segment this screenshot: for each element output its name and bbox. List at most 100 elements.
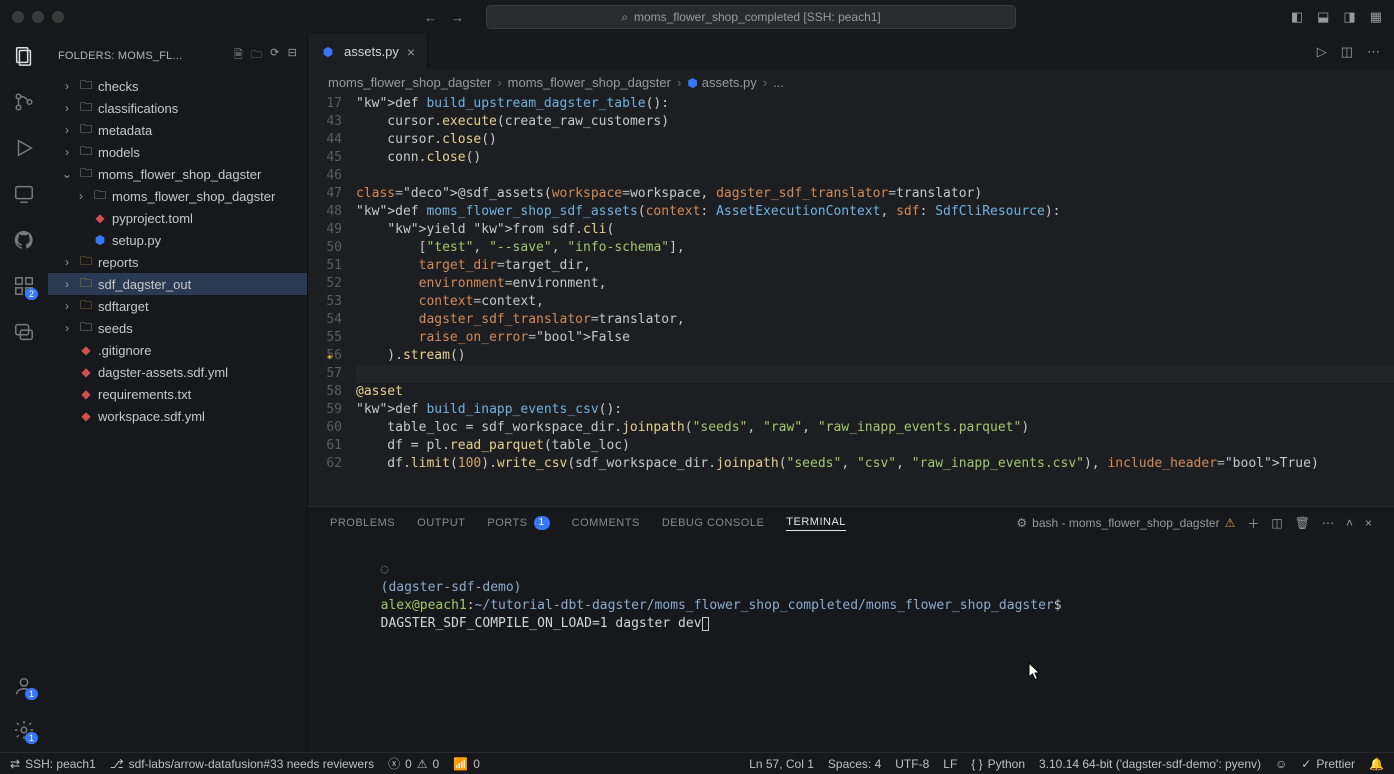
problems-status[interactable]: ⓧ0 ⚠0 bbox=[388, 755, 439, 772]
chat-icon[interactable] bbox=[12, 320, 36, 344]
more-actions-icon[interactable]: ⋯ bbox=[1367, 44, 1380, 60]
tab-assets-py[interactable]: ⬢ assets.py × bbox=[308, 34, 428, 69]
run-icon[interactable]: ▷ bbox=[1317, 44, 1327, 60]
tree-item-metadata[interactable]: ›🗀metadata bbox=[48, 119, 307, 141]
panel-tab-ports[interactable]: PORTS1 bbox=[487, 516, 549, 530]
extensions-icon[interactable]: 2 bbox=[12, 274, 36, 298]
indentation[interactable]: Spaces: 4 bbox=[828, 757, 881, 771]
more-terminal-icon[interactable]: ⋯ bbox=[1322, 516, 1334, 530]
nav-forward-icon[interactable]: → bbox=[451, 10, 464, 25]
git-branch[interactable]: ⎇ sdf-labs/arrow-datafusion#33 needs rev… bbox=[110, 757, 374, 771]
editor-group: ⬢ assets.py × ▷ ◫ ⋯ moms_flower_shop_dag… bbox=[308, 34, 1394, 754]
code-line: table_loc = sdf_workspace_dir.joinpath("… bbox=[356, 419, 1394, 437]
code-editor[interactable]: 1743444546474849505152535455565758596061… bbox=[308, 95, 1394, 506]
folder-icon: 🗀 bbox=[78, 318, 94, 339]
toggle-panel-icon[interactable]: ⬓ bbox=[1317, 9, 1329, 25]
search-label: moms_flower_shop_completed [SSH: peach1] bbox=[634, 10, 881, 24]
encoding[interactable]: UTF-8 bbox=[895, 757, 929, 771]
remote-explorer-icon[interactable] bbox=[12, 182, 36, 206]
tree-item-sdftarget[interactable]: ›🗀sdftarget bbox=[48, 295, 307, 317]
window-controls bbox=[12, 11, 64, 23]
cursor-position[interactable]: Ln 57, Col 1 bbox=[749, 757, 814, 771]
kill-terminal-icon[interactable]: 🗑 bbox=[1295, 516, 1310, 530]
eol[interactable]: LF bbox=[943, 757, 957, 771]
close-window[interactable] bbox=[12, 11, 24, 23]
new-folder-icon[interactable]: 🗀 bbox=[251, 46, 262, 65]
code-line: "kw">yield "kw">from sdf.cli( bbox=[356, 221, 1394, 239]
layout-controls: ◧ ⬓ ◨ ▦ bbox=[1291, 9, 1382, 25]
prettier-status[interactable]: ✓Prettier bbox=[1301, 757, 1355, 771]
close-tab-icon[interactable]: × bbox=[407, 44, 415, 60]
tree-item--gitignore[interactable]: ◆.gitignore bbox=[48, 339, 307, 361]
settings-icon[interactable]: 1 bbox=[12, 718, 36, 742]
new-terminal-icon[interactable]: ＋ bbox=[1247, 515, 1259, 532]
shell-icon: ⚙ bbox=[1016, 516, 1027, 530]
tree-item-reports[interactable]: ›🗀reports bbox=[48, 251, 307, 273]
tree-item-seeds[interactable]: ›🗀seeds bbox=[48, 317, 307, 339]
collapse-icon[interactable]: ⊟ bbox=[288, 46, 297, 65]
panel-tab-terminal[interactable]: TERMINAL bbox=[786, 516, 846, 531]
tree-item-moms-flower-shop-dagster[interactable]: ›🗀moms_flower_shop_dagster bbox=[48, 185, 307, 207]
copilot-icon[interactable]: ☺ bbox=[1275, 757, 1287, 771]
breadcrumb[interactable]: moms_flower_shop_dagster›moms_flower_sho… bbox=[308, 69, 1394, 95]
tree-item-requirements-txt[interactable]: ◆requirements.txt bbox=[48, 383, 307, 405]
panel-tabs: PROBLEMS OUTPUT PORTS1 COMMENTS DEBUG CONSOL… bbox=[308, 507, 1394, 539]
accounts-icon[interactable]: 1 bbox=[12, 674, 36, 698]
chevron-icon: › bbox=[60, 277, 74, 291]
command-center[interactable]: ⌕ moms_flower_shop_completed [SSH: peach… bbox=[486, 5, 1016, 29]
tree-item-checks[interactable]: ›🗀checks bbox=[48, 75, 307, 97]
maximize-panel-icon[interactable]: ˄ bbox=[1346, 516, 1353, 530]
activity-bar: 2 1 1 bbox=[0, 34, 48, 754]
split-terminal-icon[interactable]: ◫ bbox=[1271, 516, 1282, 530]
ai-suggestion-icon[interactable]: ✦ bbox=[326, 347, 333, 365]
close-panel-icon[interactable]: × bbox=[1365, 516, 1372, 530]
toggle-secondary-sidebar-icon[interactable]: ◨ bbox=[1343, 9, 1355, 25]
chevron-icon: › bbox=[74, 189, 88, 203]
tree-item-dagster-assets-sdf-yml[interactable]: ◆dagster-assets.sdf.yml bbox=[48, 361, 307, 383]
ports-status[interactable]: 📶0 bbox=[453, 757, 480, 771]
remote-indicator[interactable]: ⇄ SSH: peach1 bbox=[10, 757, 96, 771]
explorer-icon[interactable] bbox=[12, 44, 36, 68]
file-icon: ◆ bbox=[78, 343, 94, 357]
new-file-icon[interactable]: 🗎 bbox=[234, 46, 243, 65]
tree-item-setup-py[interactable]: ⬢setup.py bbox=[48, 229, 307, 251]
code-line: context=context, bbox=[356, 293, 1394, 311]
tree-item-workspace-sdf-yml[interactable]: ◆workspace.sdf.yml bbox=[48, 405, 307, 427]
tree-item-pyproject-toml[interactable]: ◆pyproject.toml bbox=[48, 207, 307, 229]
term-path: ~/tutorial-dbt-dagster/moms_flower_shop_… bbox=[475, 598, 1054, 613]
tree-item-classifications[interactable]: ›🗀classifications bbox=[48, 97, 307, 119]
panel-tab-debug-console[interactable]: DEBUG CONSOLE bbox=[662, 517, 764, 529]
tree-item-sdf-dagster-out[interactable]: ›🗀sdf_dagster_out bbox=[48, 273, 307, 295]
code-line: cursor.execute(create_raw_customers) bbox=[356, 113, 1394, 131]
panel-tab-output[interactable]: OUTPUT bbox=[417, 517, 465, 529]
zoom-window[interactable] bbox=[52, 11, 64, 23]
nav-back-icon[interactable]: ← bbox=[424, 10, 437, 25]
toggle-primary-sidebar-icon[interactable]: ◧ bbox=[1291, 9, 1303, 25]
split-editor-icon[interactable]: ◫ bbox=[1341, 44, 1353, 60]
breadcrumb-segment[interactable]: moms_flower_shop_dagster bbox=[508, 75, 671, 90]
notifications-icon[interactable]: 🔔 bbox=[1369, 757, 1384, 771]
tree-item-models[interactable]: ›🗀models bbox=[48, 141, 307, 163]
spinner-icon: ◌ bbox=[381, 562, 389, 577]
panel-tab-problems[interactable]: PROBLEMS bbox=[330, 517, 395, 529]
breadcrumb-segment[interactable]: ... bbox=[773, 75, 784, 90]
language-mode[interactable]: { }Python bbox=[971, 757, 1025, 771]
customize-layout-icon[interactable]: ▦ bbox=[1370, 9, 1382, 25]
terminal-session-name[interactable]: ⚙ bash - moms_flower_shop_dagster ⚠ bbox=[1016, 516, 1235, 530]
source-control-icon[interactable] bbox=[12, 90, 36, 114]
github-icon[interactable] bbox=[12, 228, 36, 252]
ports-badge: 1 bbox=[534, 516, 550, 530]
minimize-window[interactable] bbox=[32, 11, 44, 23]
python-file-icon: ⬢ bbox=[687, 76, 697, 90]
refresh-icon[interactable]: ⟳ bbox=[270, 46, 279, 65]
breadcrumb-segment[interactable]: ⬢assets.py bbox=[687, 75, 756, 90]
code-content[interactable]: "kw">def build_upstream_dagster_table():… bbox=[356, 95, 1394, 506]
run-debug-icon[interactable] bbox=[12, 136, 36, 160]
panel-tab-comments[interactable]: COMMENTS bbox=[572, 517, 640, 529]
terminal[interactable]: ◌ (dagster-sdf-demo) alex@peach1:~/tutor… bbox=[308, 539, 1394, 754]
tree-item-moms-flower-shop-dagster[interactable]: ⌄🗀moms_flower_shop_dagster bbox=[48, 163, 307, 185]
warning-icon: ⚠ bbox=[1225, 516, 1236, 530]
file-icon: ◆ bbox=[78, 387, 94, 401]
python-env[interactable]: 3.10.14 64-bit ('dagster-sdf-demo': pyen… bbox=[1039, 757, 1261, 771]
breadcrumb-segment[interactable]: moms_flower_shop_dagster bbox=[328, 75, 491, 90]
